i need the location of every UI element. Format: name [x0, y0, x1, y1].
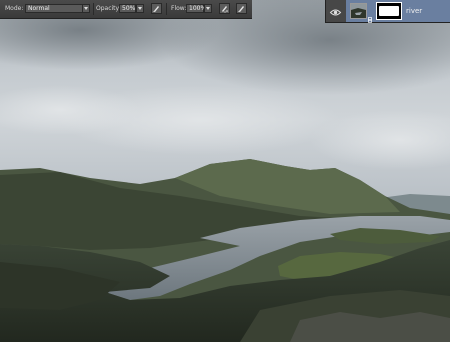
mode-dropdown-arrow[interactable] [82, 4, 90, 13]
opacity-dropdown-arrow[interactable] [136, 4, 144, 13]
airbrush-icon[interactable] [219, 3, 230, 14]
mask-white-area [379, 6, 399, 16]
layer-name[interactable]: river [406, 7, 422, 15]
document-canvas[interactable] [0, 0, 450, 342]
mode-select[interactable]: Normal [25, 4, 83, 13]
eye-icon[interactable] [329, 4, 342, 17]
separator [166, 3, 167, 15]
tablet-pressure-opacity-icon[interactable] [151, 3, 162, 14]
flow-label: Flow: [171, 5, 187, 12]
tool-options-bar: Mode: Normal Opacity: 50% Flow: 100% [0, 0, 252, 19]
layers-panel: river [325, 0, 450, 23]
tablet-pressure-size-icon[interactable] [236, 3, 247, 14]
opacity-input[interactable]: 50% [119, 4, 136, 13]
layer-thumbnail[interactable] [350, 3, 367, 19]
layer-mask-thumbnail[interactable] [376, 2, 402, 20]
flow-input[interactable]: 100% [186, 4, 206, 13]
flow-dropdown-arrow[interactable] [204, 4, 212, 13]
landscape-photo [0, 0, 450, 342]
layer-row-river[interactable]: river [346, 0, 450, 23]
mode-label: Mode: [5, 5, 24, 12]
link-icon[interactable] [368, 8, 372, 23]
opacity-label: Opacity: [96, 5, 121, 12]
separator [93, 3, 94, 15]
